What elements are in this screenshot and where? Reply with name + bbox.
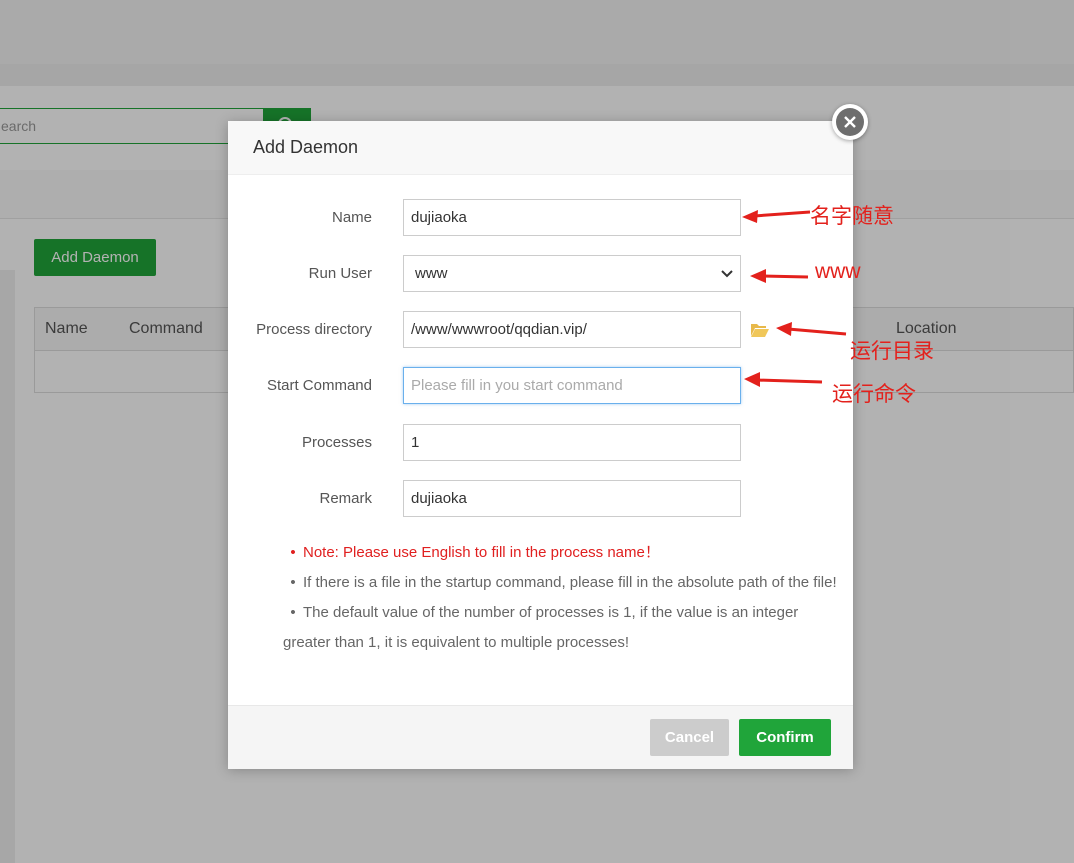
annotation-directory: 运行目录 — [850, 340, 934, 363]
annotation-run-user: www — [815, 260, 861, 283]
dialog-header: Add Daemon — [228, 121, 853, 175]
run-user-value: www — [415, 265, 448, 282]
annotation-arrow-run-user — [750, 269, 809, 283]
run-user-label: Run User — [308, 265, 372, 282]
folder-open-icon[interactable] — [750, 322, 770, 338]
annotation-arrow-directory — [776, 322, 847, 336]
process-directory-input[interactable] — [403, 311, 741, 348]
remark-input[interactable] — [403, 480, 741, 517]
dialog-title: Add Daemon — [253, 137, 359, 157]
note-item: • If there is a file in the startup comma… — [290, 574, 837, 591]
annotation-arrow-command — [744, 372, 823, 387]
start-command-label: Start Command — [266, 377, 372, 394]
remark-label: Remark — [319, 490, 372, 507]
run-user-select[interactable]: www — [403, 255, 741, 292]
annotation-name: 名字随意 — [810, 205, 894, 228]
note-item: • Note: Please use English to fill in the… — [290, 544, 660, 561]
annotation-arrow-name — [742, 210, 811, 223]
annotation-command: 运行命令 — [832, 383, 916, 406]
chevron-down-icon — [721, 270, 733, 278]
close-button-face — [836, 108, 864, 136]
name-label: Name — [331, 209, 372, 226]
processes-label: Processes — [301, 434, 372, 451]
close-icon — [844, 116, 856, 128]
note-item: • The default value of the number of proc… — [283, 604, 799, 651]
confirm-button[interactable]: Confirm — [739, 719, 831, 756]
dialog-footer: Cancel Confirm — [228, 705, 853, 769]
help-notes: • Note: Please use English to fill in the… — [283, 538, 838, 658]
start-command-input[interactable] — [403, 367, 741, 404]
name-input[interactable] — [403, 199, 741, 236]
cancel-button[interactable]: Cancel — [650, 719, 729, 756]
process-directory-label: Process directory — [256, 321, 372, 338]
processes-input[interactable] — [403, 424, 741, 461]
close-button[interactable] — [832, 104, 868, 140]
